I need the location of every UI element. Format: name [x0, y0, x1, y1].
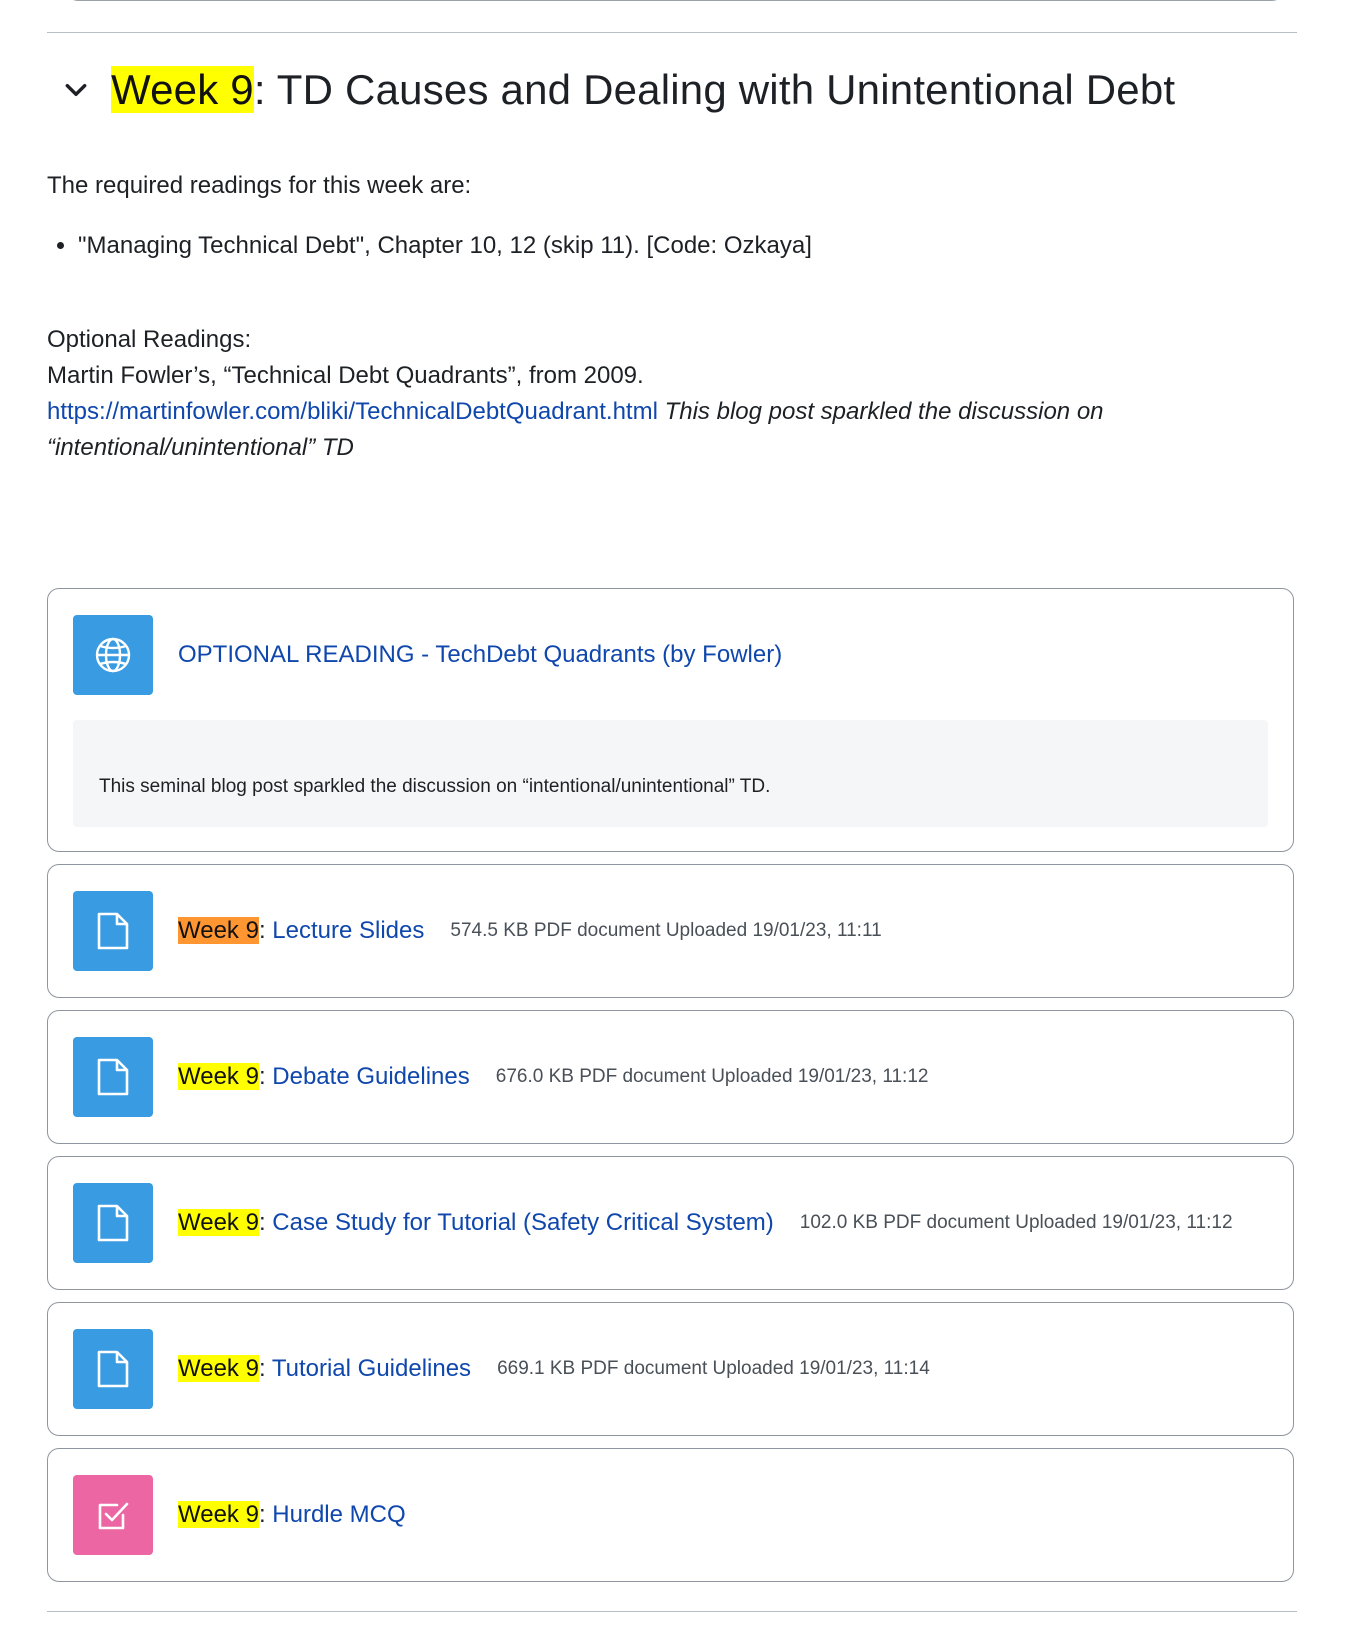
- search-highlight: Week 9: [178, 1063, 259, 1090]
- separator: :: [258, 1355, 266, 1382]
- file-icon: [73, 1037, 153, 1117]
- activity-card: Week 9: Tutorial Guidelines 669.1 KB PDF…: [47, 1302, 1294, 1436]
- collapse-section-button[interactable]: [47, 61, 105, 119]
- list-item: "Managing Technical Debt", Chapter 10, 1…: [78, 228, 1297, 264]
- search-highlight: Week 9: [178, 1355, 259, 1382]
- section-divider: [47, 32, 1297, 33]
- course-page: Week 9: TD Causes and Dealing with Unint…: [0, 0, 1352, 1644]
- optional-readings: Optional Readings: Martin Fowler’s, “Tec…: [47, 322, 1297, 466]
- activity-meta: 574.5 KB PDF document Uploaded 19/01/23,…: [450, 920, 882, 941]
- search-highlight: Week 9: [111, 66, 254, 113]
- separator: :: [258, 1063, 266, 1090]
- chevron-down-icon: [65, 83, 87, 97]
- previous-activity-card: [66, 0, 1284, 1]
- section-summary: The required readings for this week are:…: [47, 168, 1297, 466]
- activity-name-text: Tutorial Guidelines: [265, 1355, 472, 1382]
- activity-description: This seminal blog post sparkled the disc…: [73, 720, 1268, 827]
- activity-card: Week 9: Case Study for Tutorial (Safety …: [47, 1156, 1294, 1290]
- optional-line: Martin Fowler’s, “Technical Debt Quadran…: [47, 362, 644, 389]
- activity-name-text: Case Study for Tutorial (Safety Critical…: [265, 1209, 774, 1236]
- fowler-link[interactable]: https://martinfowler.com/bliki/Technical…: [47, 398, 658, 425]
- activity-name-text: Hurdle MCQ: [265, 1501, 406, 1528]
- activity-name-text: Lecture Slides: [265, 917, 425, 944]
- activity-meta: 676.0 KB PDF document Uploaded 19/01/23,…: [495, 1066, 929, 1087]
- separator: :: [258, 1209, 266, 1236]
- search-highlight: Week 9: [178, 1501, 259, 1528]
- section-title: Week 9: TD Causes and Dealing with Unint…: [111, 66, 1175, 114]
- quiz-checkbox-icon: [73, 1475, 153, 1555]
- activity-meta: 102.0 KB PDF document Uploaded 19/01/23,…: [799, 1212, 1233, 1233]
- section-title-text: : TD Causes and Dealing with Unintention…: [253, 66, 1176, 113]
- search-highlight: Week 9: [178, 1209, 259, 1236]
- activity-card: OPTIONAL READING - TechDebt Quadrants (b…: [47, 588, 1294, 852]
- activity-card: Week 9: Hurdle MCQ: [47, 1448, 1294, 1582]
- globe-icon: [73, 615, 153, 695]
- current-search-highlight: Week 9: [178, 917, 259, 944]
- activity-name-text: Debate Guidelines: [265, 1063, 470, 1090]
- activity-link[interactable]: OPTIONAL READING - TechDebt Quadrants (b…: [178, 641, 782, 669]
- activity-card: Week 9: Lecture Slides 574.5 KB PDF docu…: [47, 864, 1294, 998]
- activity-link[interactable]: Week 9: Hurdle MCQ: [178, 1501, 406, 1529]
- activity-meta: 669.1 KB PDF document Uploaded 19/01/23,…: [497, 1358, 930, 1379]
- section-divider: [47, 1611, 1297, 1612]
- file-icon: [73, 891, 153, 971]
- separator: :: [258, 1501, 266, 1528]
- activity-card: Week 9: Debate Guidelines 676.0 KB PDF d…: [47, 1010, 1294, 1144]
- file-icon: [73, 1329, 153, 1409]
- summary-intro: The required readings for this week are:: [47, 172, 472, 199]
- optional-heading: Optional Readings:: [47, 326, 252, 353]
- file-icon: [73, 1183, 153, 1263]
- activity-link[interactable]: Week 9: Case Study for Tutorial (Safety …: [178, 1209, 774, 1237]
- activity-link[interactable]: Week 9: Debate Guidelines: [178, 1063, 470, 1091]
- required-readings-list: "Managing Technical Debt", Chapter 10, 1…: [47, 228, 1297, 264]
- activity-link[interactable]: Week 9: Tutorial Guidelines: [178, 1355, 471, 1383]
- activity-link[interactable]: Week 9: Lecture Slides: [178, 917, 424, 945]
- separator: :: [258, 917, 266, 944]
- section-header: Week 9: TD Causes and Dealing with Unint…: [47, 58, 1297, 122]
